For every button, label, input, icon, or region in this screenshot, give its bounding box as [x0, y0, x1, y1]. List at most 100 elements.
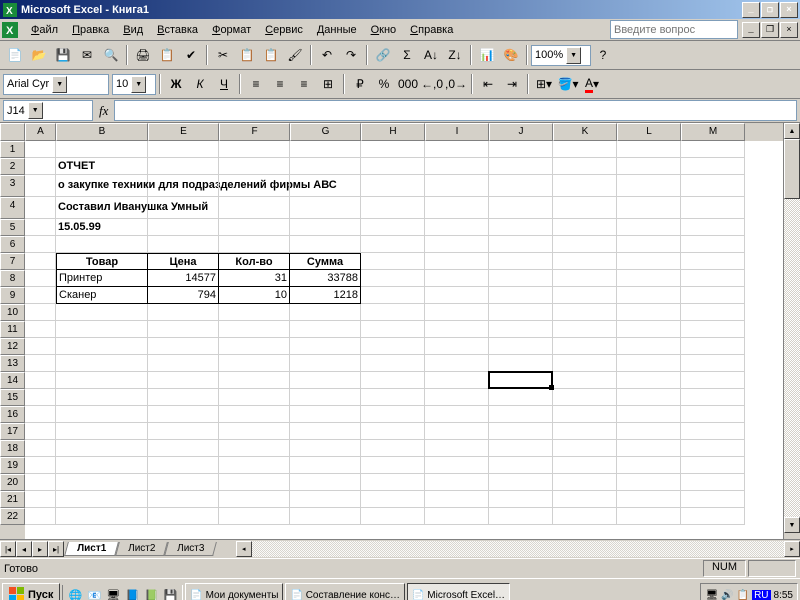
cell-B1[interactable] — [56, 141, 148, 158]
cell-F8[interactable]: 31 — [219, 270, 290, 287]
sort-asc-button[interactable]: A↓ — [419, 43, 443, 67]
cell-G15[interactable] — [290, 389, 361, 406]
cell-E17[interactable] — [148, 423, 219, 440]
cell-I21[interactable] — [425, 491, 489, 508]
cell-K7[interactable] — [553, 253, 617, 270]
cell-H15[interactable] — [361, 389, 425, 406]
tray-icon[interactable]: 🖥 — [705, 590, 718, 600]
cell-J12[interactable] — [489, 338, 553, 355]
cell-M18[interactable] — [681, 440, 745, 457]
tab-nav-next[interactable]: ▸ — [32, 541, 48, 557]
cell-I9[interactable] — [425, 287, 489, 304]
cell-F2[interactable] — [219, 158, 290, 175]
cell-L12[interactable] — [617, 338, 681, 355]
col-header-J[interactable]: J — [489, 123, 553, 141]
align-center-button[interactable]: ≡ — [268, 72, 292, 96]
row-header-20[interactable]: 20 — [0, 474, 25, 491]
cell-J16[interactable] — [489, 406, 553, 423]
cell-I18[interactable] — [425, 440, 489, 457]
cell-J11[interactable] — [489, 321, 553, 338]
row-header-1[interactable]: 1 — [0, 141, 25, 158]
open-button[interactable]: 📂 — [27, 43, 51, 67]
cell-K17[interactable] — [553, 423, 617, 440]
cell-G10[interactable] — [290, 304, 361, 321]
col-header-A[interactable]: A — [25, 123, 56, 141]
cell-B7[interactable]: Товар — [56, 253, 148, 270]
percent-button[interactable]: % — [372, 72, 396, 96]
cell-A4[interactable] — [25, 197, 56, 219]
row-header-14[interactable]: 14 — [0, 372, 25, 389]
cell-E14[interactable] — [148, 372, 219, 389]
cell-H3[interactable] — [361, 175, 425, 197]
cell-A6[interactable] — [25, 236, 56, 253]
cell-L10[interactable] — [617, 304, 681, 321]
cell-A15[interactable] — [25, 389, 56, 406]
cell-J1[interactable] — [489, 141, 553, 158]
cell-A2[interactable] — [25, 158, 56, 175]
italic-button[interactable]: К — [188, 72, 212, 96]
row-header-19[interactable]: 19 — [0, 457, 25, 474]
cell-A9[interactable] — [25, 287, 56, 304]
cell-M22[interactable] — [681, 508, 745, 525]
currency-button[interactable]: ₽ — [348, 72, 372, 96]
cell-H6[interactable] — [361, 236, 425, 253]
cell-J10[interactable] — [489, 304, 553, 321]
print-preview-button[interactable]: 📋 — [155, 43, 179, 67]
cell-L16[interactable] — [617, 406, 681, 423]
sheet-tab-Лист3[interactable]: Лист3 — [165, 542, 218, 556]
cell-B3[interactable]: о закупке техники для подразделений фирм… — [56, 175, 148, 197]
cell-K11[interactable] — [553, 321, 617, 338]
cell-L5[interactable] — [617, 219, 681, 236]
cell-A21[interactable] — [25, 491, 56, 508]
borders-button[interactable]: ⊞▾ — [532, 72, 556, 96]
cell-L4[interactable] — [617, 197, 681, 219]
save-button[interactable]: 💾 — [51, 43, 75, 67]
sheet-tab-Лист1[interactable]: Лист1 — [64, 542, 119, 556]
cell-K8[interactable] — [553, 270, 617, 287]
cell-I5[interactable] — [425, 219, 489, 236]
cell-L19[interactable] — [617, 457, 681, 474]
cell-K12[interactable] — [553, 338, 617, 355]
cell-I10[interactable] — [425, 304, 489, 321]
underline-button[interactable]: Ч — [212, 72, 236, 96]
cell-M20[interactable] — [681, 474, 745, 491]
cell-J20[interactable] — [489, 474, 553, 491]
cell-I8[interactable] — [425, 270, 489, 287]
ask-a-question-box[interactable] — [610, 20, 738, 39]
menu-format[interactable]: Формат — [205, 22, 258, 38]
taskbar-task[interactable]: 📄 Мои документы — [185, 583, 283, 600]
scroll-left-button[interactable]: ◂ — [236, 541, 252, 557]
cell-E12[interactable] — [148, 338, 219, 355]
decrease-indent-button[interactable]: ⇤ — [476, 72, 500, 96]
cell-B8[interactable]: Принтер — [56, 270, 148, 287]
copy-button[interactable]: 📋 — [235, 43, 259, 67]
menu-file[interactable]: Файл — [24, 22, 65, 38]
row-header-6[interactable]: 6 — [0, 236, 25, 253]
cell-F10[interactable] — [219, 304, 290, 321]
scroll-down-button[interactable]: ▼ — [784, 517, 800, 533]
cell-E21[interactable] — [148, 491, 219, 508]
increase-decimal-button[interactable]: ←,0 — [420, 72, 444, 96]
row-header-3[interactable]: 3 — [0, 175, 25, 197]
cell-B22[interactable] — [56, 508, 148, 525]
cell-K14[interactable] — [553, 372, 617, 389]
cell-K20[interactable] — [553, 474, 617, 491]
cell-L6[interactable] — [617, 236, 681, 253]
cell-J13[interactable] — [489, 355, 553, 372]
cell-G4[interactable] — [290, 197, 361, 219]
cell-G6[interactable] — [290, 236, 361, 253]
cell-E2[interactable] — [148, 158, 219, 175]
col-header-E[interactable]: E — [148, 123, 219, 141]
cell-H7[interactable] — [361, 253, 425, 270]
cell-F4[interactable] — [219, 197, 290, 219]
cell-E1[interactable] — [148, 141, 219, 158]
cell-B18[interactable] — [56, 440, 148, 457]
cell-H11[interactable] — [361, 321, 425, 338]
col-header-B[interactable]: B — [56, 123, 148, 141]
cell-M10[interactable] — [681, 304, 745, 321]
cell-E8[interactable]: 14577 — [148, 270, 219, 287]
cell-E16[interactable] — [148, 406, 219, 423]
cell-I3[interactable] — [425, 175, 489, 197]
font-size-combo[interactable]: 10▼ — [112, 74, 156, 95]
cell-M12[interactable] — [681, 338, 745, 355]
